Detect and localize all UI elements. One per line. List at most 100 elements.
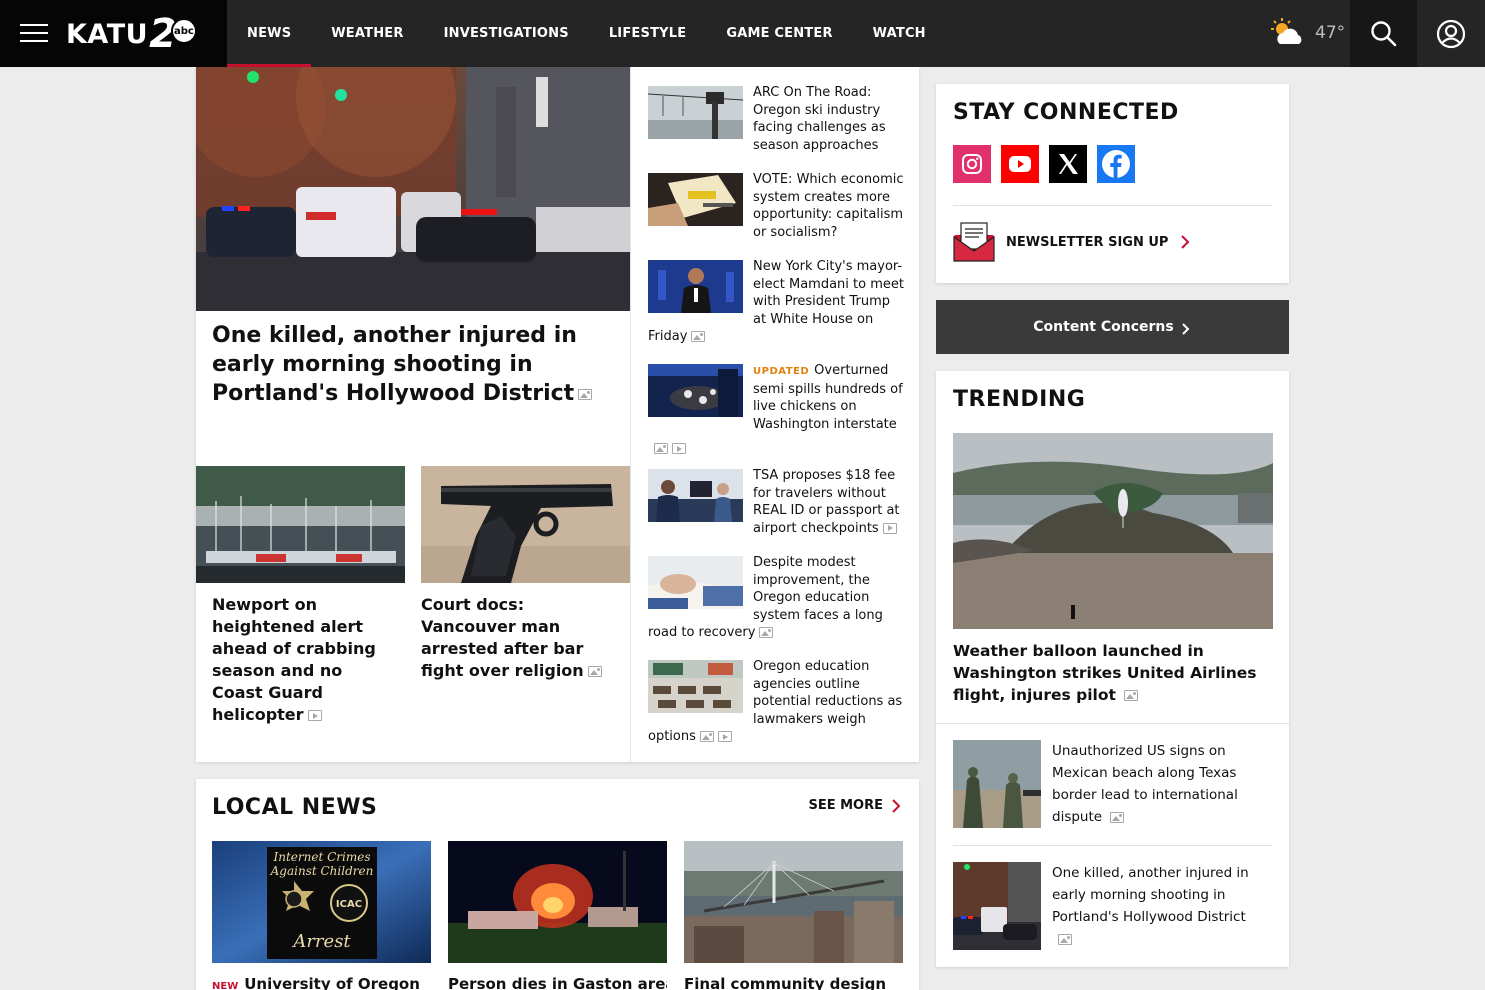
weather-temperature: 47° bbox=[1315, 23, 1346, 43]
hero-headline-text: One killed, another injured in early mor… bbox=[212, 323, 577, 406]
video-icon bbox=[717, 731, 732, 742]
local-headline-text: University of Oregon bbox=[244, 975, 420, 990]
local-news-headline[interactable]: Final community design bbox=[684, 974, 903, 990]
photo-gallery-icon bbox=[1110, 811, 1125, 823]
video-icon bbox=[307, 710, 322, 721]
sub-story-vancouver[interactable]: Court docs: Vancouver man arrested after… bbox=[421, 594, 621, 682]
hero-headline[interactable]: One killed, another injured in early mor… bbox=[212, 321, 622, 408]
photo-gallery-icon bbox=[699, 731, 714, 742]
story-headline: TSA proposes $18 fee for travelers witho… bbox=[753, 468, 900, 536]
site-header: KATU 2 abc NEWS WEATHER INVESTIGATIONS L… bbox=[0, 0, 1485, 67]
video-icon bbox=[882, 522, 897, 534]
side-story[interactable]: ARC On The Road: Oregon ski industry fac… bbox=[648, 84, 906, 154]
nav-game-center[interactable]: GAME CENTER bbox=[706, 0, 852, 67]
updated-badge: UPDATED bbox=[753, 366, 810, 377]
photo-gallery-icon bbox=[759, 627, 774, 638]
brand-area: KATU 2 abc bbox=[0, 0, 227, 67]
trending-main-image[interactable] bbox=[953, 433, 1273, 629]
stay-connected-panel: STAY CONNECTED NEWSLETTER SIGN UP bbox=[936, 84, 1289, 283]
story-thumbnail bbox=[648, 364, 743, 417]
story-thumbnail bbox=[648, 260, 743, 313]
top-stories-panel: One killed, another injured in early mor… bbox=[196, 67, 919, 762]
story-thumbnail bbox=[648, 556, 743, 609]
local-news-headline[interactable]: Person dies in Gaston area bbox=[448, 974, 667, 990]
x-icon bbox=[1059, 154, 1078, 174]
local-news-image-icac[interactable]: Internet Crimes Against Children ICAC Ar… bbox=[212, 841, 431, 963]
trending-item[interactable]: One killed, another injured in early mor… bbox=[953, 862, 1273, 950]
story-headline: ARC On The Road: Oregon ski industry fac… bbox=[753, 85, 886, 153]
weather-widget[interactable]: 47° bbox=[1270, 18, 1345, 48]
sub-story-image-newport[interactable] bbox=[196, 466, 405, 583]
local-headline-text: Person dies in Gaston area bbox=[448, 975, 667, 990]
trending-item[interactable]: Unauthorized US signs on Mexican beach a… bbox=[953, 740, 1273, 828]
newsletter-signup-link[interactable]: NEWSLETTER SIGN UP bbox=[953, 221, 1192, 263]
side-story[interactable]: Oregon education agencies outline potent… bbox=[648, 658, 906, 746]
trending-main-headline[interactable]: Weather balloon launched in Washington s… bbox=[953, 640, 1273, 706]
story-headline: VOTE: Which economic system creates more… bbox=[753, 172, 904, 240]
side-story[interactable]: VOTE: Which economic system creates more… bbox=[648, 171, 906, 241]
hero-image[interactable] bbox=[196, 67, 630, 311]
facebook-link[interactable] bbox=[1097, 145, 1135, 183]
instagram-icon bbox=[962, 154, 982, 174]
nav-watch[interactable]: WATCH bbox=[853, 0, 946, 67]
local-news-image-fire[interactable] bbox=[448, 841, 667, 963]
main-nav: NEWS WEATHER INVESTIGATIONS LIFESTYLE GA… bbox=[227, 0, 946, 67]
sub-story-headline: Court docs: Vancouver man arrested after… bbox=[421, 595, 584, 680]
trending-headline-text: Weather balloon launched in Washington s… bbox=[953, 642, 1257, 704]
nav-investigations[interactable]: INVESTIGATIONS bbox=[424, 0, 589, 67]
nav-weather[interactable]: WEATHER bbox=[311, 0, 423, 67]
local-news-image-bridge[interactable] bbox=[684, 841, 903, 963]
trending-title: TRENDING bbox=[953, 387, 1086, 412]
nav-news[interactable]: NEWS bbox=[227, 0, 312, 67]
chevron-right-icon bbox=[1181, 235, 1190, 249]
arrest-banner-text: Arrest bbox=[291, 931, 351, 952]
story-thumbnail bbox=[648, 660, 743, 713]
side-story[interactable]: New York City's mayor-elect Mamdani to m… bbox=[648, 258, 906, 346]
story-thumbnail bbox=[648, 86, 743, 139]
nav-lifestyle[interactable]: LIFESTYLE bbox=[589, 0, 707, 67]
local-news-panel: LOCAL NEWS SEE MORE Internet Crimes Agai… bbox=[196, 779, 919, 990]
trending-panel: TRENDING Weather balloon launched in Was… bbox=[936, 371, 1289, 967]
video-icon bbox=[672, 443, 686, 454]
icac-badge-text: ICAC bbox=[336, 899, 362, 910]
local-headline-text: Final community design bbox=[684, 975, 887, 990]
photo-gallery-icon bbox=[1058, 933, 1072, 945]
local-news-headline[interactable]: NEW University of Oregon bbox=[212, 974, 431, 990]
account-button[interactable] bbox=[1417, 0, 1485, 67]
side-story[interactable]: Despite modest improvement, the Oregon e… bbox=[648, 554, 906, 642]
newsletter-label: NEWSLETTER SIGN UP bbox=[1006, 234, 1169, 250]
facebook-icon bbox=[1102, 150, 1130, 178]
see-more-link[interactable]: SEE MORE bbox=[808, 798, 903, 813]
side-story[interactable]: UPDATED Overturned semi spills hundreds o… bbox=[648, 362, 906, 454]
abc-logo: abc bbox=[170, 18, 197, 44]
search-button[interactable] bbox=[1350, 0, 1417, 67]
stay-connected-title: STAY CONNECTED bbox=[953, 100, 1179, 125]
chevron-right-icon bbox=[1182, 322, 1190, 335]
side-story[interactable]: TSA proposes $18 fee for travelers witho… bbox=[648, 467, 906, 537]
section-divider bbox=[953, 205, 1272, 206]
section-divider bbox=[953, 845, 1272, 846]
content-concerns-button[interactable]: Content Concerns bbox=[936, 300, 1289, 354]
x-link[interactable] bbox=[1049, 145, 1087, 183]
envelope-icon bbox=[953, 222, 995, 262]
menu-icon[interactable] bbox=[20, 24, 48, 44]
see-more-label: SEE MORE bbox=[808, 798, 883, 813]
youtube-link[interactable] bbox=[1001, 145, 1039, 183]
chevron-right-icon bbox=[892, 798, 901, 813]
local-news-title: LOCAL NEWS bbox=[212, 795, 378, 820]
photo-gallery-icon bbox=[1123, 690, 1138, 701]
instagram-link[interactable] bbox=[953, 145, 991, 183]
photo-gallery-icon bbox=[587, 666, 602, 677]
sub-story-image-pistol[interactable] bbox=[421, 466, 630, 583]
social-links bbox=[953, 145, 1135, 183]
column-divider bbox=[630, 67, 631, 762]
site-logo[interactable]: KATU 2 abc bbox=[66, 14, 197, 54]
sub-story-headline: Newport on heightened alert ahead of cra… bbox=[212, 595, 376, 724]
new-badge: NEW bbox=[212, 981, 239, 990]
content-concerns-label: Content Concerns bbox=[1033, 319, 1174, 335]
story-thumbnail bbox=[648, 469, 743, 522]
photo-gallery-icon bbox=[578, 388, 593, 400]
partly-cloudy-icon bbox=[1271, 18, 1302, 44]
search-icon bbox=[1370, 20, 1396, 46]
sub-story-newport[interactable]: Newport on heightened alert ahead of cra… bbox=[212, 594, 392, 726]
